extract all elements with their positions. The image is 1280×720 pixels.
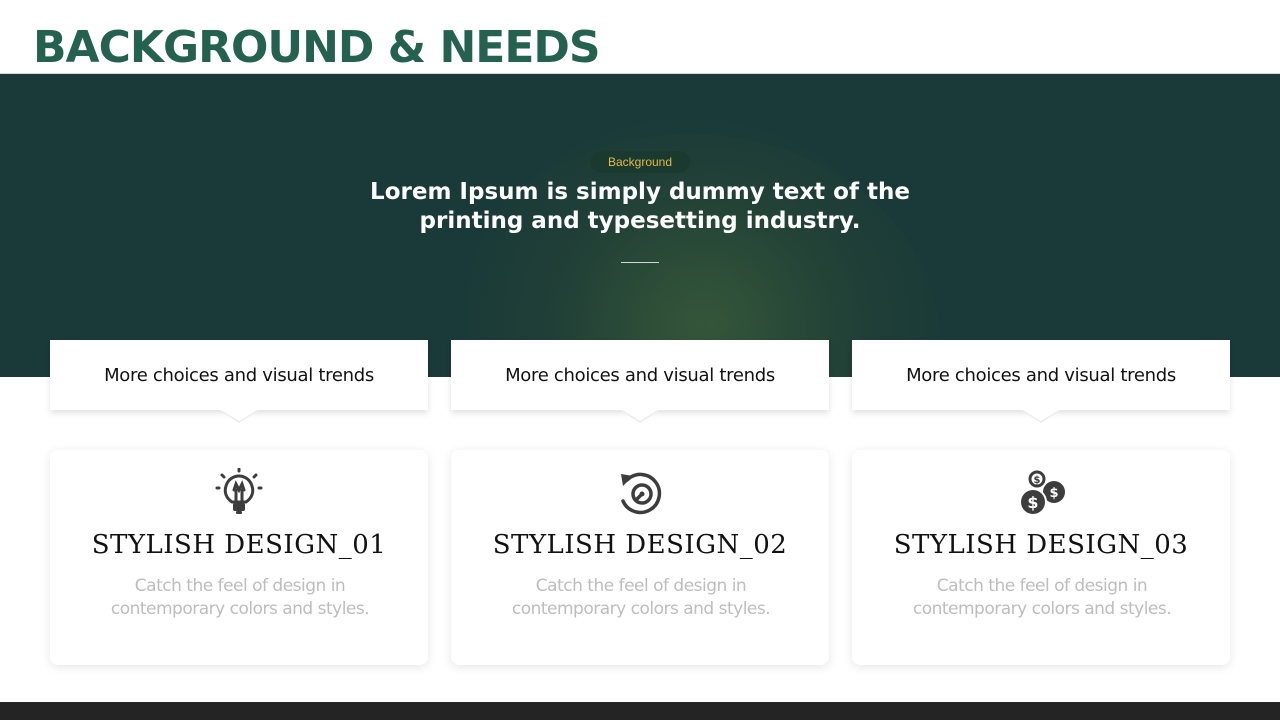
card-title-2: STYLISH DESIGN_02 [492,530,788,560]
coins-icon: $ $ $ [1019,470,1065,516]
label-text-1: More choices and visual trends [104,364,374,386]
title-bar: BACKGROUND & NEEDS [0,0,1280,74]
hero-banner: Background Lorem Ipsum is simply dummy t… [0,74,1280,377]
card-title-3: STYLISH DESIGN_03 [893,530,1189,560]
page-title: BACKGROUND & NEEDS [33,22,601,73]
label-box-2: More choices and visual trends [451,340,829,423]
design-card-3: $ $ $ STYLISH DESIGN_03 Catch the feel o… [852,450,1230,665]
hero-divider [621,262,659,263]
lightbulb-icon [215,468,263,514]
label-box-1: More choices and visual trends [50,340,428,423]
design-card-1: STYLISH DESIGN_01 Catch the feel of desi… [50,450,428,665]
card-desc-3: Catch the feel of design in contemporary… [912,576,1172,619]
label-text-3: More choices and visual trends [906,364,1176,386]
svg-text:$: $ [1049,486,1058,501]
svg-text:$: $ [1034,475,1041,486]
pointer-notch-fill [1023,410,1059,421]
hero-text: Lorem Ipsum is simply dummy text of the … [370,179,910,234]
pointer-notch-fill [221,410,257,421]
pointer-notch-fill [622,410,658,421]
clock-rotate-icon [621,472,662,515]
footer-bar [0,702,1280,720]
card-title-1: STYLISH DESIGN_01 [91,530,387,560]
hero-badge: Background [590,151,690,173]
card-desc-2: Catch the feel of design in contemporary… [511,576,771,619]
svg-text:$: $ [1027,493,1038,512]
design-card-2: STYLISH DESIGN_02 Catch the feel of desi… [451,450,829,665]
label-box-3: More choices and visual trends [852,340,1230,423]
label-text-2: More choices and visual trends [505,364,775,386]
card-desc-1: Catch the feel of design in contemporary… [110,576,370,619]
